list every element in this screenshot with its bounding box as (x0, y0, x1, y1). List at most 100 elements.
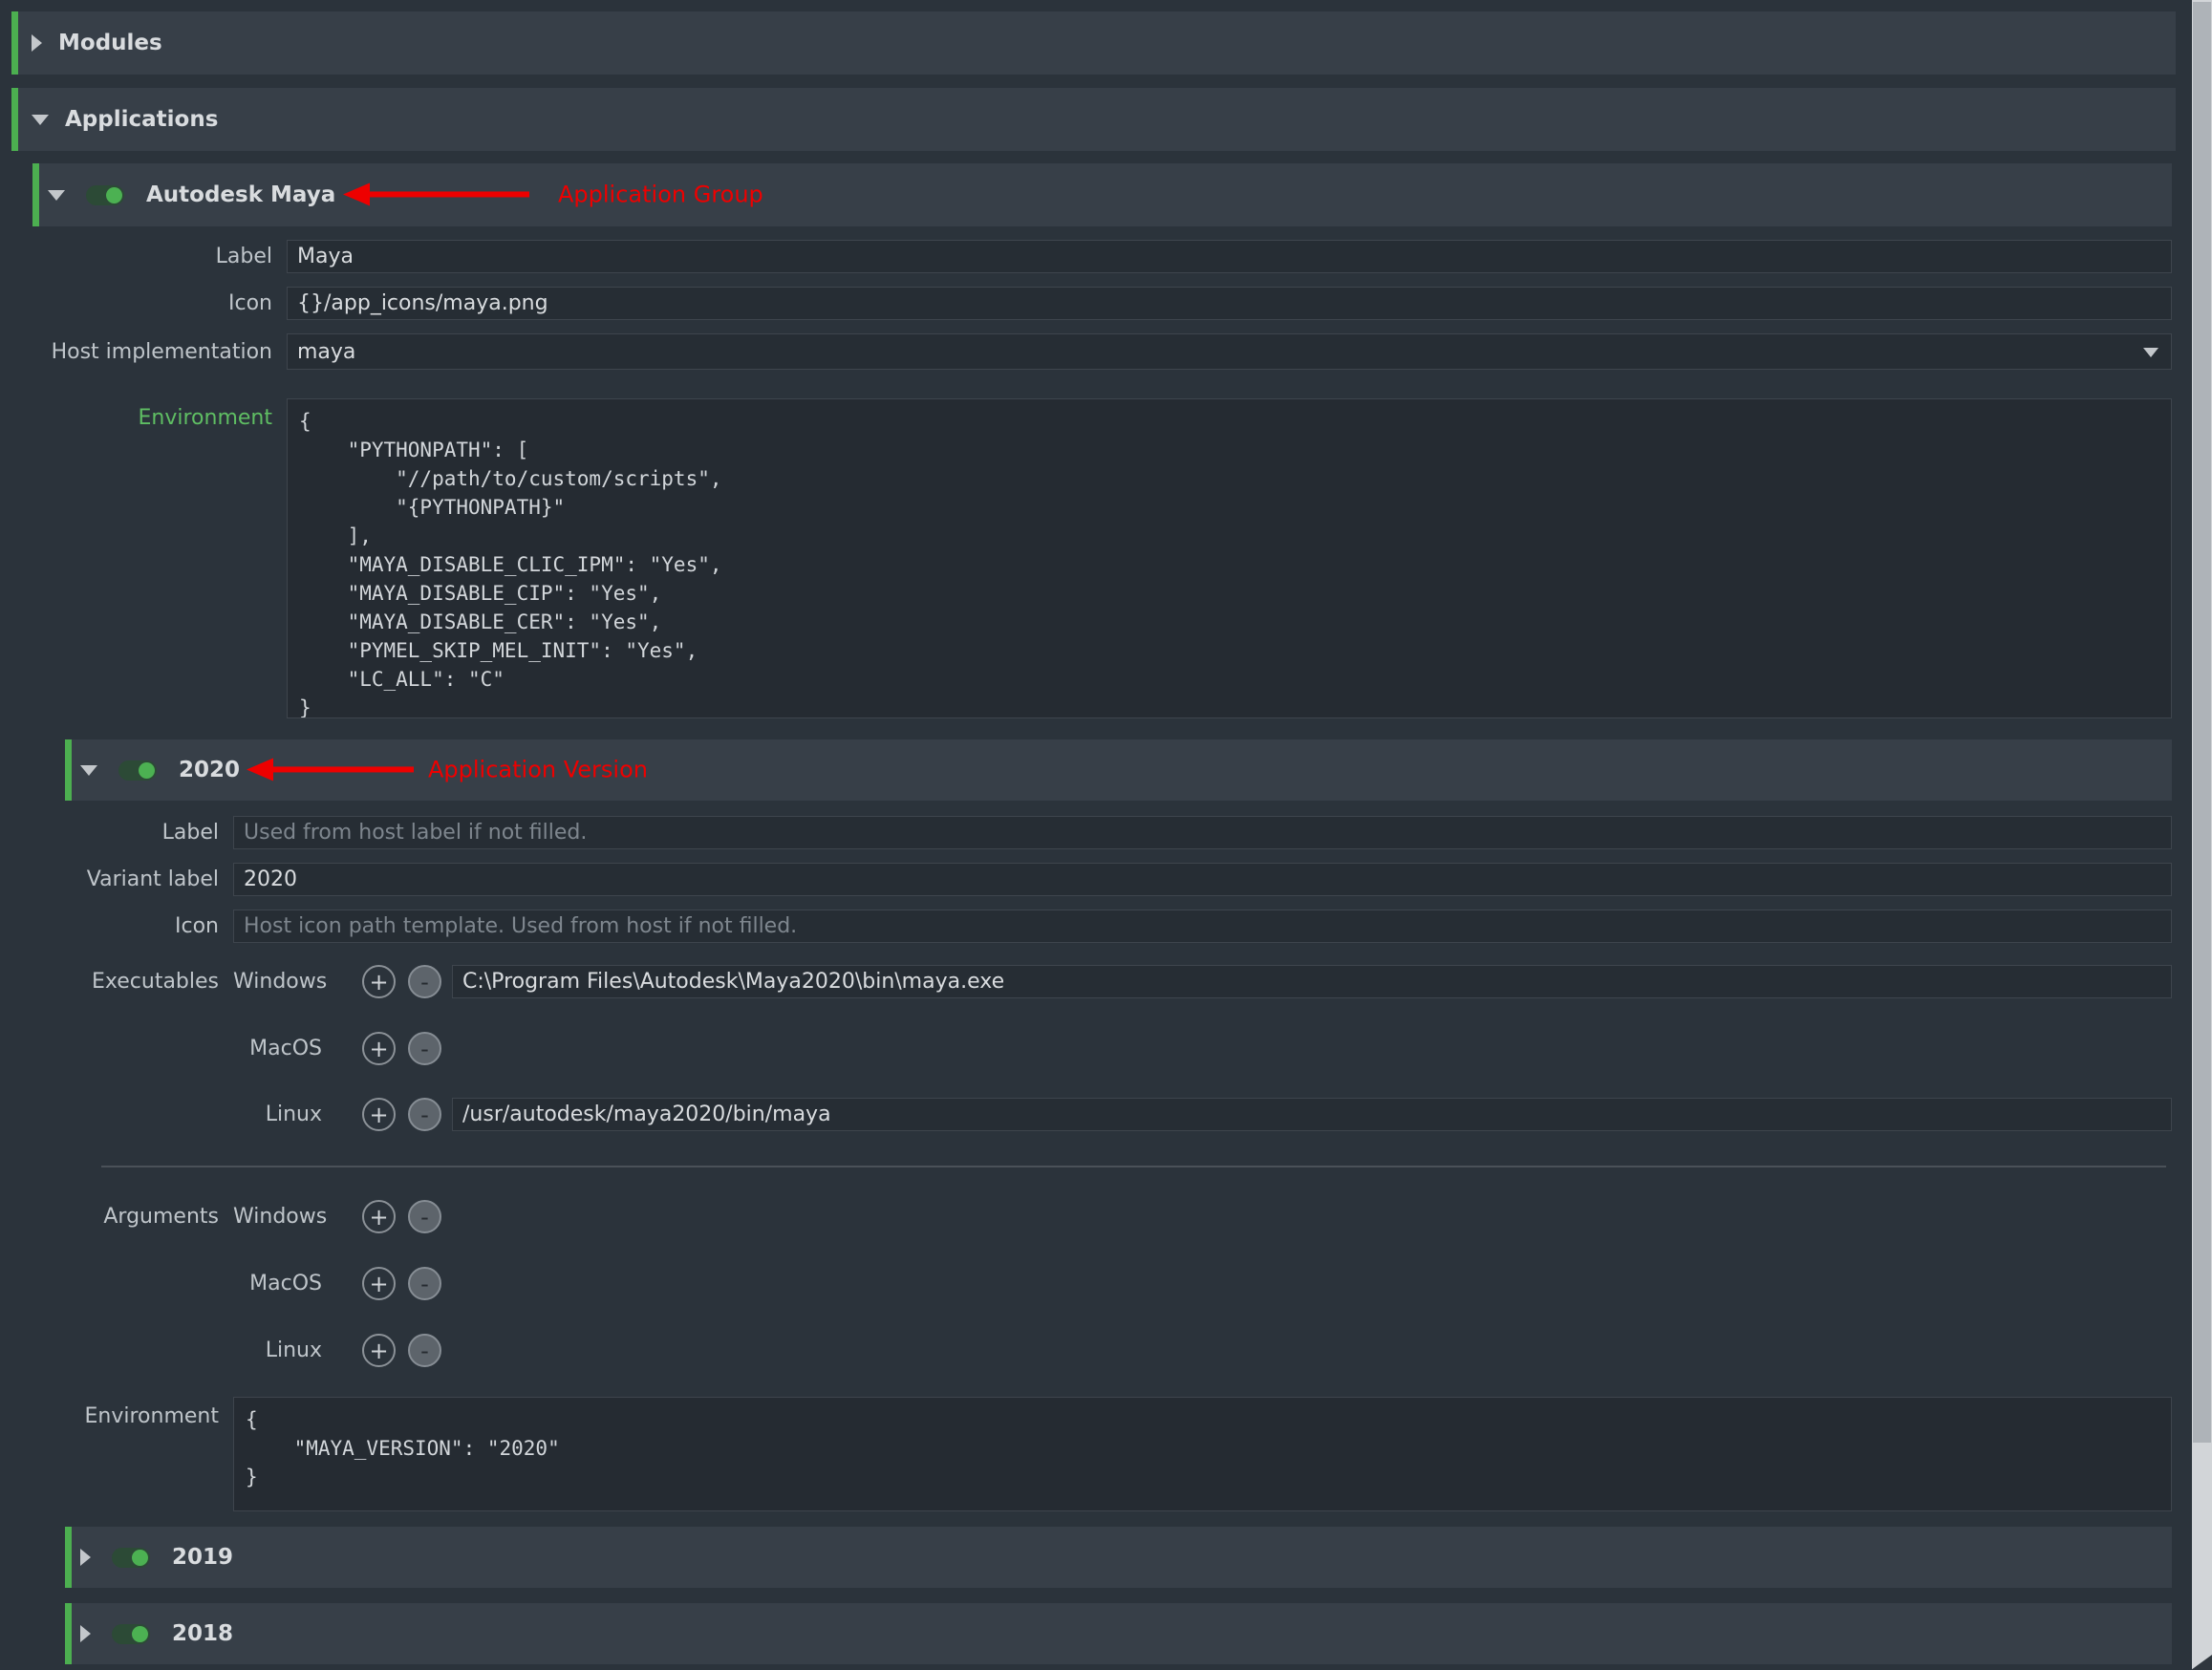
field-label: Variant label (65, 867, 233, 891)
settings-page: Modules Applications Autodesk Maya Appli… (0, 0, 2212, 1670)
modified-accent-bar (65, 1603, 72, 1664)
executables-label: Executables (65, 970, 233, 994)
red-arrow-line (370, 191, 529, 197)
annotation-text: Application Group (558, 181, 763, 207)
modified-accent-bar (65, 1527, 72, 1588)
modified-accent-bar (11, 11, 18, 75)
caret-down-icon (80, 765, 97, 776)
caret-right-icon (80, 1625, 91, 1642)
field-row-environment: Environment { "MAYA_VERSION": "2020" } (65, 1397, 2172, 1511)
executables-windows-row: Executables Windows + - (65, 965, 2172, 998)
arguments-linux-row: Linux + - (65, 1334, 2172, 1367)
version-2019-enabled-toggle[interactable] (112, 1548, 150, 1568)
toggle-knob (139, 762, 155, 779)
version-header-2018[interactable]: 2018 (65, 1603, 2172, 1664)
annotation-application-group: Application Group (343, 181, 763, 207)
add-item-button[interactable]: + (362, 1098, 396, 1131)
remove-item-button[interactable]: - (408, 1200, 441, 1233)
dropdown-caret-icon (2143, 348, 2158, 357)
section-header-modules[interactable]: Modules (11, 11, 2176, 75)
remove-item-button[interactable]: - (408, 965, 441, 998)
host-implementation-select[interactable]: maya (287, 333, 2172, 370)
executables-macos-row: MacOS + - (65, 1032, 2172, 1065)
windows-executable-input[interactable] (452, 965, 2172, 998)
caret-down-icon (32, 115, 49, 125)
toggle-knob (132, 1550, 148, 1566)
arguments-macos-row: MacOS + - (65, 1267, 2172, 1300)
version-label-input[interactable] (233, 816, 2172, 849)
selected-value: maya (288, 340, 355, 364)
platform-label-linux: Linux (233, 1338, 322, 1362)
caret-right-icon (80, 1549, 91, 1566)
add-item-button[interactable]: + (362, 1334, 396, 1367)
platform-label-macos: MacOS (233, 1037, 322, 1060)
platform-label-macos: MacOS (233, 1272, 322, 1295)
version-icon-input[interactable] (233, 910, 2172, 943)
field-row-label: Label (65, 816, 2172, 849)
section-title-modules: Modules (58, 31, 162, 55)
section-title-applications: Applications (65, 107, 218, 132)
field-label: Host implementation (32, 340, 287, 364)
caret-down-icon (48, 190, 65, 201)
applications-group-content: Autodesk Maya Application Group Label Ic… (32, 163, 2172, 1664)
annotation-text: Application Version (428, 756, 648, 782)
version-2018-enabled-toggle[interactable] (112, 1624, 150, 1644)
modified-accent-bar (11, 88, 18, 151)
red-arrow-left-icon (247, 758, 273, 781)
add-item-button[interactable]: + (362, 965, 396, 998)
version-header-2020[interactable]: 2020 Application Version (65, 739, 2172, 801)
scrollbar-thumb[interactable] (2193, 2, 2211, 1443)
environment-json-editor[interactable]: { "PYTHONPATH": [ "//path/to/custom/scri… (287, 398, 2172, 718)
remove-item-button[interactable]: - (408, 1032, 441, 1065)
vertical-scrollbar[interactable] (2192, 0, 2212, 1670)
field-row-host-implementation: Host implementation maya (32, 333, 2172, 370)
version-2020-content: Label Variant label Icon Executables Win… (65, 816, 2172, 1511)
group-title: Autodesk Maya (146, 182, 335, 207)
version-title: 2019 (172, 1545, 233, 1570)
field-row-icon: Icon (32, 287, 2172, 320)
add-item-button[interactable]: + (362, 1267, 396, 1300)
toggle-knob (106, 187, 122, 203)
field-label: Label (32, 245, 287, 268)
section-divider (101, 1166, 2166, 1167)
maya-enabled-toggle[interactable] (86, 185, 124, 205)
section-header-applications[interactable]: Applications (11, 88, 2176, 151)
red-arrow-line (273, 766, 414, 772)
field-label: Label (65, 821, 233, 845)
field-row-variant-label: Variant label (65, 863, 2172, 896)
executables-linux-row: Linux + - (65, 1098, 2172, 1131)
annotation-application-version: Application Version (247, 756, 648, 782)
arguments-windows-row: Arguments Windows + - (65, 1200, 2172, 1233)
variant-label-input[interactable] (233, 863, 2172, 896)
toggle-knob (132, 1626, 148, 1642)
field-label: Icon (65, 914, 233, 938)
group-header-autodesk-maya[interactable]: Autodesk Maya Application Group (32, 163, 2172, 226)
platform-label-windows: Windows (233, 1205, 322, 1229)
version-title: 2018 (172, 1621, 233, 1646)
icon-input[interactable] (287, 287, 2172, 320)
field-label: Icon (32, 291, 287, 315)
label-input[interactable] (287, 240, 2172, 273)
add-item-button[interactable]: + (362, 1200, 396, 1233)
version-header-2019[interactable]: 2019 (65, 1527, 2172, 1588)
add-item-button[interactable]: + (362, 1032, 396, 1065)
remove-item-button[interactable]: - (408, 1334, 441, 1367)
linux-executable-input[interactable] (452, 1098, 2172, 1131)
version-2020-enabled-toggle[interactable] (118, 760, 157, 781)
platform-label-windows: Windows (233, 970, 322, 994)
environment-json-editor[interactable]: { "MAYA_VERSION": "2020" } (233, 1397, 2172, 1511)
version-title: 2020 (179, 758, 240, 782)
remove-item-button[interactable]: - (408, 1267, 441, 1300)
platform-label-linux: Linux (233, 1103, 322, 1126)
field-label-environment: Environment (32, 398, 287, 430)
arguments-label: Arguments (65, 1205, 233, 1229)
settings-content: Modules Applications Autodesk Maya Appli… (11, 11, 2176, 1670)
modified-accent-bar (65, 739, 72, 801)
field-row-environment: Environment { "PYTHONPATH": [ "//path/to… (32, 398, 2172, 718)
scrollbar-corner (2191, 1655, 2212, 1670)
field-label-environment: Environment (65, 1397, 233, 1428)
remove-item-button[interactable]: - (408, 1098, 441, 1131)
caret-right-icon (32, 34, 42, 52)
field-row-label: Label (32, 240, 2172, 273)
red-arrow-left-icon (343, 182, 370, 205)
